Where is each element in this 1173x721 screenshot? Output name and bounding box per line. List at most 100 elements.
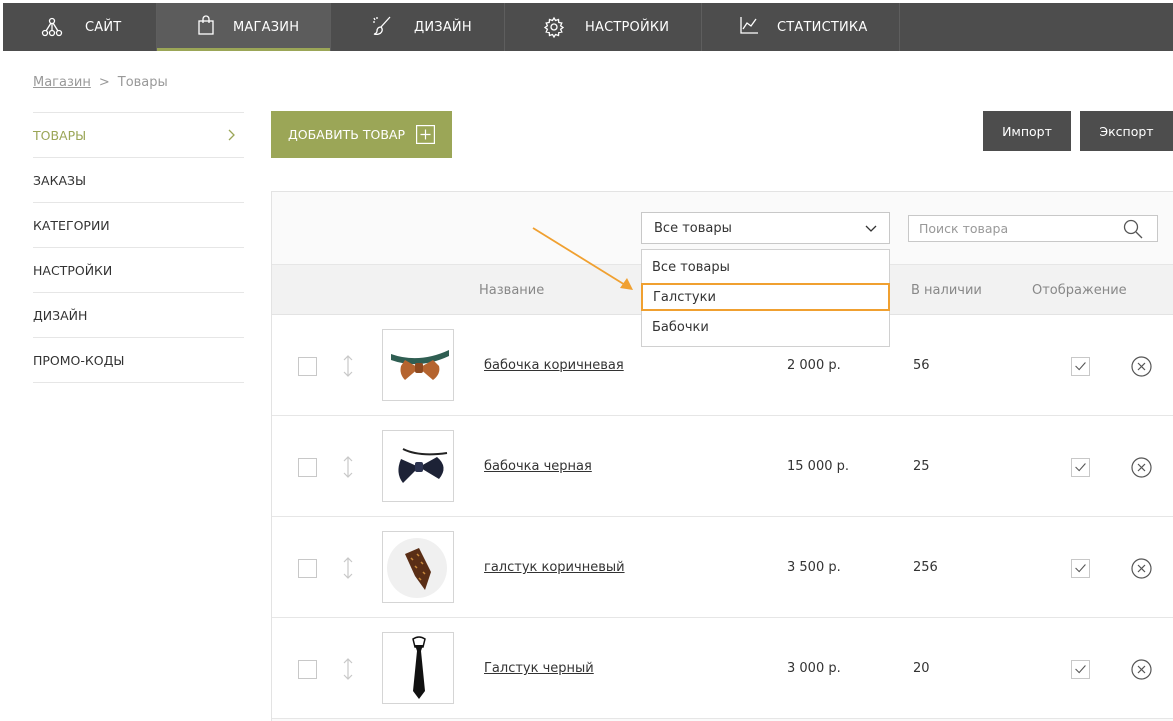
product-stock: 20 [913, 661, 930, 676]
dropdown-option-label: Все товары [652, 259, 730, 275]
chevron-right-icon [228, 129, 235, 141]
row-select-checkbox[interactable] [298, 559, 317, 578]
dropdown-option-label: Бабочки [652, 319, 709, 335]
product-stock: 256 [913, 560, 938, 575]
checkmark-icon [1075, 463, 1086, 472]
visibility-checkbox[interactable] [1071, 357, 1090, 376]
column-display: Отображение [1032, 283, 1127, 298]
product-stock: 56 [913, 358, 930, 373]
product-stock: 25 [913, 459, 930, 474]
breadcrumb-separator: > [98, 75, 110, 90]
product-name-link[interactable]: галстук коричневый [484, 560, 625, 575]
drag-handle-icon[interactable] [342, 658, 354, 680]
nav-item-statistics[interactable]: СТАТИСТИКА [702, 3, 900, 51]
export-label: Экспорт [1099, 123, 1154, 139]
product-name-link[interactable]: бабочка коричневая [484, 358, 624, 373]
product-name-link[interactable]: бабочка черная [484, 459, 592, 474]
breadcrumb-link-shop[interactable]: Магазин [33, 75, 91, 90]
category-filter-value: Все товары [654, 220, 732, 236]
drag-handle-icon[interactable] [342, 557, 354, 579]
delete-icon[interactable] [1131, 356, 1152, 377]
checkmark-icon [1075, 564, 1086, 573]
sidebar-item-orders[interactable]: ЗАКАЗЫ [33, 158, 244, 203]
sidebar-item-label: ПРОМО-КОДЫ [33, 352, 125, 368]
product-thumbnail[interactable] [382, 632, 454, 704]
sidebar-item-categories[interactable]: КАТЕГОРИИ [33, 203, 244, 248]
visibility-checkbox[interactable] [1071, 559, 1090, 578]
dropdown-option-label: Галстуки [653, 289, 716, 305]
brush-icon [373, 16, 391, 36]
annotation-arrow-icon [532, 227, 633, 290]
nav-item-label: МАГАЗИН [233, 19, 300, 35]
add-product-label: ДОБАВИТЬ ТОВАР [288, 127, 405, 142]
plus-icon [416, 125, 435, 144]
shopping-bag-icon [198, 15, 214, 35]
row-select-checkbox[interactable] [298, 458, 317, 477]
search-icon[interactable] [1123, 219, 1143, 239]
nav-item-label: СТАТИСТИКА [777, 19, 868, 35]
breadcrumb-current: Товары [117, 75, 168, 90]
sidebar-item-label: ТОВАРЫ [33, 127, 87, 143]
sidebar: ТОВАРЫ ЗАКАЗЫ КАТЕГОРИИ НАСТРОЙКИ ДИЗАЙН… [33, 112, 244, 383]
sidebar-item-label: НАСТРОЙКИ [33, 262, 113, 278]
gear-icon [543, 16, 565, 38]
product-search [908, 215, 1158, 242]
product-price: 3 500 р. [787, 560, 841, 575]
sidebar-item-products[interactable]: ТОВАРЫ [33, 113, 244, 158]
nav-item-label: ДИЗАЙН [414, 19, 472, 35]
line-chart-icon [740, 17, 758, 34]
dropdown-option-bowties[interactable]: Бабочки [642, 313, 889, 341]
drag-handle-icon[interactable] [342, 355, 354, 377]
search-input[interactable] [909, 216, 1119, 241]
sidebar-item-settings[interactable]: НАСТРОЙКИ [33, 248, 244, 293]
breadcrumb: Магазин > Товары [33, 75, 168, 90]
row-select-checkbox[interactable] [298, 660, 317, 679]
export-button[interactable]: Экспорт [1080, 111, 1173, 151]
nav-item-design[interactable]: ДИЗАЙН [331, 3, 505, 51]
product-thumbnail[interactable] [382, 531, 454, 603]
product-price: 2 000 р. [787, 358, 841, 373]
tie-brown-image [387, 538, 447, 598]
checkmark-icon [1075, 362, 1086, 371]
product-thumbnail[interactable] [382, 329, 454, 401]
nav-item-site[interactable]: САЙТ [3, 3, 157, 51]
sidebar-item-design[interactable]: ДИЗАЙН [33, 293, 244, 338]
column-stock: В наличии [911, 283, 982, 298]
table-row: галстук коричневый 3 500 р. 256 [272, 517, 1173, 618]
product-name-link[interactable]: Галстук черный [484, 661, 594, 676]
import-button[interactable]: Импорт [983, 111, 1071, 151]
import-label: Импорт [1002, 123, 1052, 139]
table-row: Галстук черный 3 000 р. 20 [272, 618, 1173, 719]
tie-black-image [412, 636, 426, 699]
visibility-checkbox[interactable] [1071, 660, 1090, 679]
nav-item-shop[interactable]: МАГАЗИН [157, 3, 331, 51]
sidebar-item-promo-codes[interactable]: ПРОМО-КОДЫ [33, 338, 244, 383]
sidebar-item-label: ЗАКАЗЫ [33, 172, 87, 188]
delete-icon[interactable] [1131, 659, 1152, 680]
chevron-down-icon [865, 225, 877, 232]
visibility-checkbox[interactable] [1071, 458, 1090, 477]
product-price: 3 000 р. [787, 661, 841, 676]
delete-icon[interactable] [1131, 558, 1152, 579]
nav-item-label: НАСТРОЙКИ [585, 19, 670, 35]
product-thumbnail[interactable] [382, 430, 454, 502]
nav-item-settings[interactable]: НАСТРОЙКИ [505, 3, 702, 51]
sidebar-item-label: КАТЕГОРИИ [33, 217, 110, 233]
bowtie-black-image [398, 448, 448, 483]
delete-icon[interactable] [1131, 457, 1152, 478]
category-filter-select[interactable]: Все товары [641, 212, 890, 244]
dropdown-option-ties[interactable]: Галстуки [641, 283, 890, 311]
bowtie-brown-image [391, 350, 449, 380]
network-icon [41, 17, 63, 37]
top-navigation: САЙТ МАГАЗИН ДИЗАЙН НАСТРОЙКИ СТАТИСТИКА [3, 3, 1173, 51]
category-filter-dropdown: Все товары Галстуки Бабочки [641, 249, 890, 347]
row-select-checkbox[interactable] [298, 357, 317, 376]
dropdown-option-all[interactable]: Все товары [642, 253, 889, 281]
sidebar-item-label: ДИЗАЙН [33, 307, 88, 323]
drag-handle-icon[interactable] [342, 456, 354, 478]
product-price: 15 000 р. [787, 459, 850, 474]
table-row: бабочка черная 15 000 р. 25 [272, 416, 1173, 517]
checkmark-icon [1075, 665, 1086, 674]
nav-item-label: САЙТ [85, 19, 122, 35]
add-product-button[interactable]: ДОБАВИТЬ ТОВАР [271, 111, 452, 158]
